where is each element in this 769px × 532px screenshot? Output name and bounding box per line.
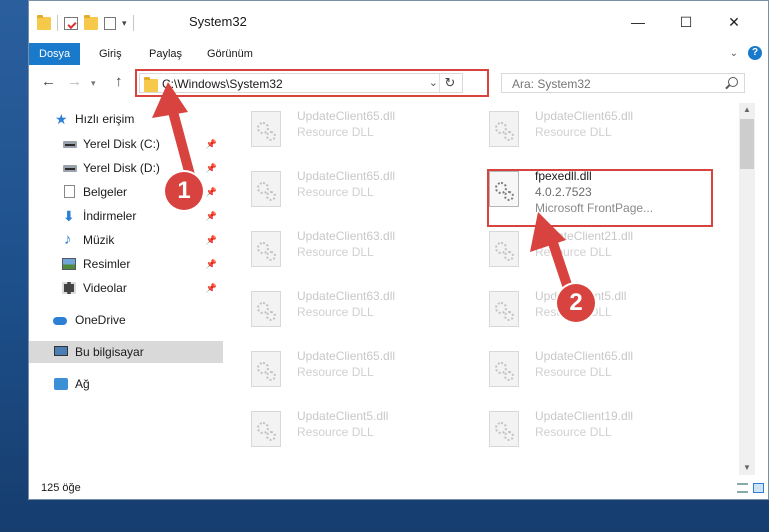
sidebar-item-quick-access[interactable]: ★ Hızlı erişim <box>29 108 223 130</box>
ribbon-tabs: Dosya Giriş Paylaş Görünüm ⌄ ? <box>29 43 768 66</box>
step-2-badge: 2 <box>557 284 595 322</box>
file-item[interactable]: UpdateClient65.dll Resource DLL <box>229 345 459 401</box>
sidebar-item-network[interactable]: Ağ <box>29 373 223 395</box>
details-view-icon[interactable] <box>737 483 748 493</box>
explorer-window: ▾ System32 — ☐ ✕ Dosya Giriş Paylaş Görü… <box>28 0 769 500</box>
scroll-down-icon[interactable]: ▼ <box>739 461 755 475</box>
pin-icon[interactable]: 📌 <box>206 181 217 203</box>
pin-icon[interactable]: 📌 <box>206 205 217 227</box>
pin-icon[interactable]: 📌 <box>206 277 217 299</box>
tab-file[interactable]: Dosya <box>29 43 81 65</box>
sidebar-item-onedrive[interactable]: OneDrive <box>29 309 223 331</box>
sidebar-item-videos[interactable]: Videolar 📌 <box>29 277 223 299</box>
scroll-up-icon[interactable]: ▲ <box>739 103 755 117</box>
tab-share[interactable]: Paylaş <box>139 43 192 65</box>
file-item[interactable]: UpdateClient63.dll Resource DLL <box>229 285 459 341</box>
sidebar-item-downloads[interactable]: ⬇ İndirmeler 📌 <box>29 205 223 227</box>
dll-file-icon <box>251 411 281 447</box>
sidebar-item-pictures[interactable]: Resimler 📌 <box>29 253 223 275</box>
search-input[interactable] <box>510 76 714 92</box>
view-options-icon[interactable] <box>104 16 116 30</box>
dll-file-icon <box>251 111 281 147</box>
minimize-button[interactable]: — <box>623 13 653 31</box>
window-title: System32 <box>189 14 247 29</box>
back-arrow-icon[interactable]: ← <box>41 73 56 90</box>
scrollbar-thumb[interactable] <box>740 119 754 169</box>
address-bar-highlight <box>135 69 489 97</box>
tab-home[interactable]: Giriş <box>89 43 132 65</box>
help-icon[interactable]: ? <box>748 46 762 60</box>
status-bar: 125 öğe <box>29 477 768 499</box>
file-item[interactable]: UpdateClient5.dll Resource DLL <box>229 405 459 461</box>
ribbon-expand-icon[interactable]: ⌄ <box>730 48 738 59</box>
step-1-badge: 1 <box>165 172 203 210</box>
dll-file-icon <box>489 411 519 447</box>
file-item[interactable]: UpdateClient65.dll Resource DLL <box>467 105 697 161</box>
file-item[interactable]: UpdateClient63.dll Resource DLL <box>229 225 459 281</box>
file-highlight <box>487 169 713 227</box>
dll-file-icon <box>251 291 281 327</box>
sidebar-item-this-pc[interactable]: Bu bilgisayar <box>29 341 223 363</box>
file-list: UpdateClient65.dll Resource DLL UpdateCl… <box>229 103 739 467</box>
star-icon: ★ <box>55 111 68 127</box>
pin-icon[interactable]: 📌 <box>206 229 217 251</box>
tab-view[interactable]: Görünüm <box>197 43 263 65</box>
drive-icon <box>63 165 77 172</box>
cloud-icon <box>53 317 67 325</box>
up-arrow-icon[interactable]: ↑ <box>115 73 123 90</box>
sidebar-item-local-disk-c[interactable]: Yerel Disk (C:) 📌 <box>29 133 223 155</box>
dll-file-icon <box>251 351 281 387</box>
file-item[interactable]: UpdateClient65.dll Resource DLL <box>229 105 459 161</box>
properties-icon[interactable] <box>64 16 78 30</box>
dll-file-icon <box>489 291 519 327</box>
dll-file-icon <box>251 171 281 207</box>
dll-file-icon <box>489 231 519 267</box>
dll-file-icon <box>489 351 519 387</box>
file-item[interactable]: UpdateClient19.dll Resource DLL <box>467 405 697 461</box>
dll-file-icon <box>489 111 519 147</box>
item-count: 125 öğe <box>41 482 81 494</box>
close-button[interactable]: ✕ <box>719 13 749 31</box>
pin-icon[interactable]: 📌 <box>206 157 217 179</box>
vertical-scrollbar[interactable]: ▲ ▼ <box>739 103 755 475</box>
file-item[interactable]: UpdateClient21.dll Resource DLL <box>467 225 697 281</box>
search-icon <box>728 77 738 87</box>
recent-chevron-icon[interactable]: ▾ <box>91 78 96 89</box>
quick-access-toolbar: ▾ <box>37 14 134 31</box>
file-item[interactable]: UpdateClient65.dll Resource DLL <box>467 345 697 401</box>
pictures-icon <box>62 258 76 270</box>
video-icon <box>62 282 76 294</box>
search-box[interactable] <box>501 73 745 93</box>
forward-arrow-icon[interactable]: → <box>67 73 82 90</box>
network-icon <box>54 378 68 390</box>
music-icon: ♪ <box>64 231 72 248</box>
dll-file-icon <box>251 231 281 267</box>
title-bar: ▾ System32 — ☐ ✕ <box>29 1 768 43</box>
document-icon <box>64 185 75 198</box>
pin-icon[interactable]: 📌 <box>206 253 217 275</box>
drive-icon <box>63 141 77 148</box>
new-folder-icon[interactable] <box>84 14 98 30</box>
folder-icon <box>37 14 51 30</box>
download-icon: ⬇ <box>63 208 75 224</box>
computer-icon <box>54 346 68 356</box>
navigation-pane: ★ Hızlı erişim Yerel Disk (C:) 📌 Yerel D… <box>29 103 225 467</box>
maximize-button[interactable]: ☐ <box>671 13 701 31</box>
large-icons-view-icon[interactable] <box>753 483 764 493</box>
file-item[interactable]: UpdateClient65.dll Resource DLL <box>229 165 459 221</box>
qat-chevron-icon[interactable]: ▾ <box>122 18 127 29</box>
pin-icon[interactable]: 📌 <box>206 133 217 155</box>
sidebar-item-music[interactable]: ♪ Müzik 📌 <box>29 229 223 251</box>
